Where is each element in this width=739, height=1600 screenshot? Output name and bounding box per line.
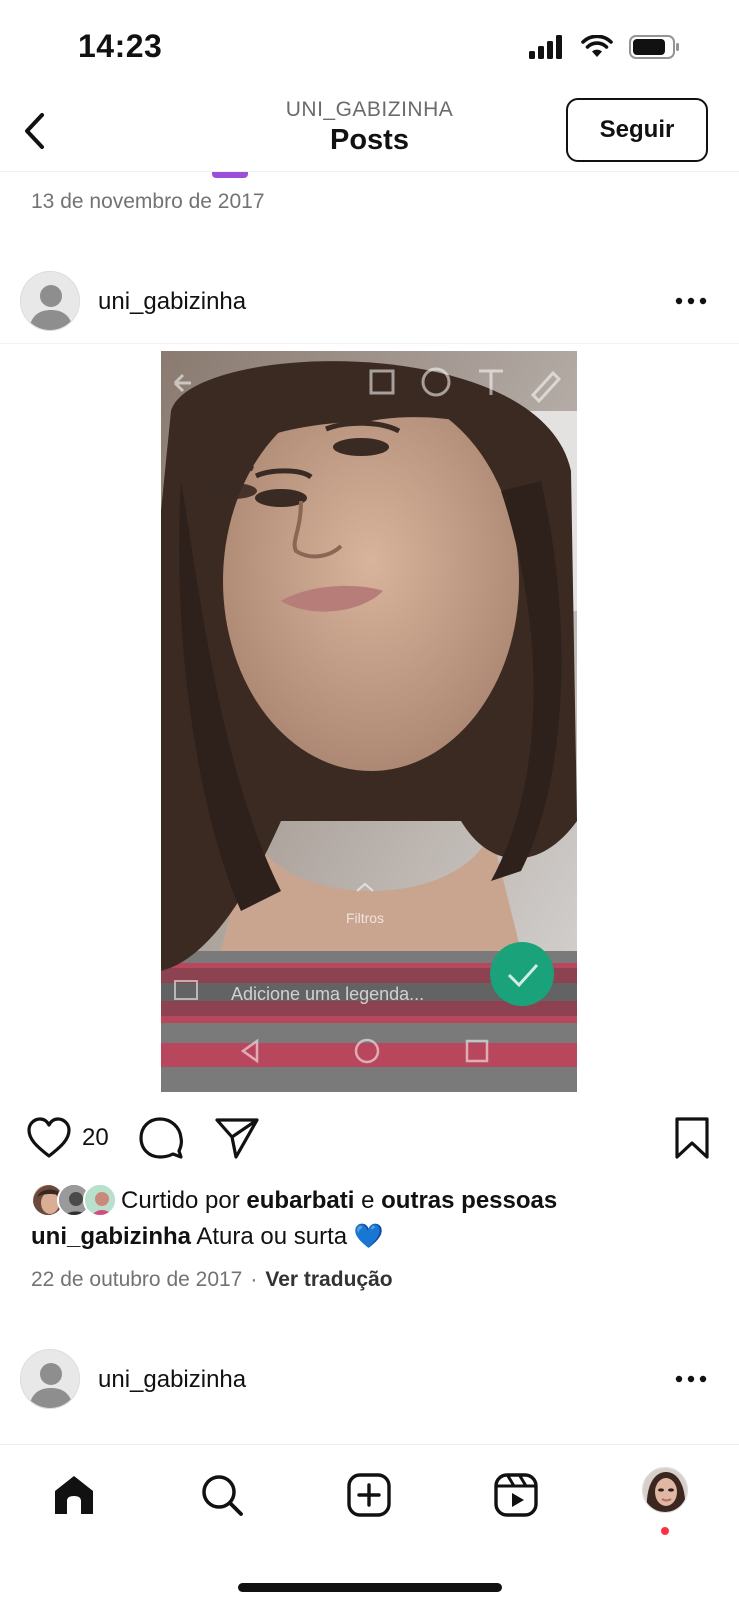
post-meta: 22 de outubro de 2017 · Ver tradução (31, 1268, 393, 1292)
heart-icon (27, 1117, 71, 1158)
nav-create[interactable] (341, 1467, 397, 1523)
bookmark-icon (675, 1117, 709, 1159)
post-actions: 20 (0, 1110, 739, 1166)
avatar (83, 1183, 117, 1217)
home-indicator (238, 1583, 502, 1592)
default-avatar-icon (21, 272, 79, 330)
wifi-icon (581, 34, 613, 64)
post-caption: uni_gabizinha Atura ou surta 💙 (31, 1222, 384, 1251)
post-username[interactable]: uni_gabizinha (98, 288, 246, 316)
bottom-navigation (0, 1444, 739, 1600)
like-count[interactable]: 20 (82, 1124, 109, 1152)
comment-icon (139, 1117, 183, 1159)
liked-by-avatars (31, 1183, 117, 1219)
previous-post-badge-fragment (212, 172, 248, 178)
signal-icon (529, 35, 565, 64)
nav-profile-avatar[interactable] (642, 1467, 688, 1513)
translate-link[interactable]: Ver tradução (265, 1268, 392, 1291)
follow-button[interactable]: Seguir (566, 98, 708, 162)
post-header: uni_gabizinha (0, 258, 739, 344)
nav-search[interactable] (194, 1467, 250, 1523)
avatar[interactable] (20, 271, 80, 331)
liked-by-joiner: e (361, 1187, 375, 1214)
status-bar: 14:23 (0, 0, 739, 90)
home-icon (55, 1476, 93, 1514)
default-avatar-icon (21, 1350, 79, 1408)
more-options-button[interactable] (671, 1364, 711, 1394)
battery-icon (629, 34, 681, 65)
avatar (643, 1468, 687, 1512)
comment-button[interactable] (138, 1116, 184, 1165)
more-options-button[interactable] (671, 286, 711, 316)
liked-by-user[interactable]: eubarbati (246, 1187, 354, 1215)
more-horizontal-icon (675, 1375, 707, 1383)
share-button[interactable] (214, 1116, 260, 1165)
reels-icon (494, 1473, 538, 1517)
nav-home[interactable] (46, 1467, 102, 1523)
previous-post-date: 13 de novembro de 2017 (31, 190, 265, 213)
caption-placeholder: Adicione uma legenda... (231, 984, 424, 1004)
notification-dot (661, 1527, 669, 1535)
save-button[interactable] (672, 1116, 712, 1165)
separator: · (250, 1268, 258, 1291)
search-icon (202, 1475, 243, 1516)
liked-by-row[interactable]: Curtido por eubarbati e outras pessoas (31, 1182, 557, 1220)
status-time: 14:23 (78, 28, 163, 64)
avatar[interactable] (20, 1349, 80, 1409)
filters-label: Filtros (346, 910, 384, 926)
selfie-photo: Filtros Adicione uma legenda... (161, 351, 577, 1092)
liked-by-others[interactable]: outras pessoas (381, 1187, 557, 1215)
caption-text: Atura ou surta 💙 (196, 1223, 384, 1250)
send-icon (215, 1118, 259, 1159)
more-horizontal-icon (675, 297, 707, 305)
nav-reels[interactable] (488, 1467, 544, 1523)
create-icon (347, 1473, 391, 1517)
top-bar: UNI_GABIZINHA Posts Seguir (0, 90, 739, 172)
like-button[interactable] (26, 1116, 72, 1165)
caption-username[interactable]: uni_gabizinha (31, 1223, 191, 1250)
status-icons (529, 34, 681, 65)
post-date: 22 de outubro de 2017 (31, 1268, 243, 1291)
post-image[interactable]: Filtros Adicione uma legenda... (161, 351, 577, 1092)
liked-by-prefix: Curtido por (121, 1187, 240, 1214)
post-username[interactable]: uni_gabizinha (98, 1366, 246, 1394)
next-post-header: uni_gabizinha (0, 1336, 739, 1422)
